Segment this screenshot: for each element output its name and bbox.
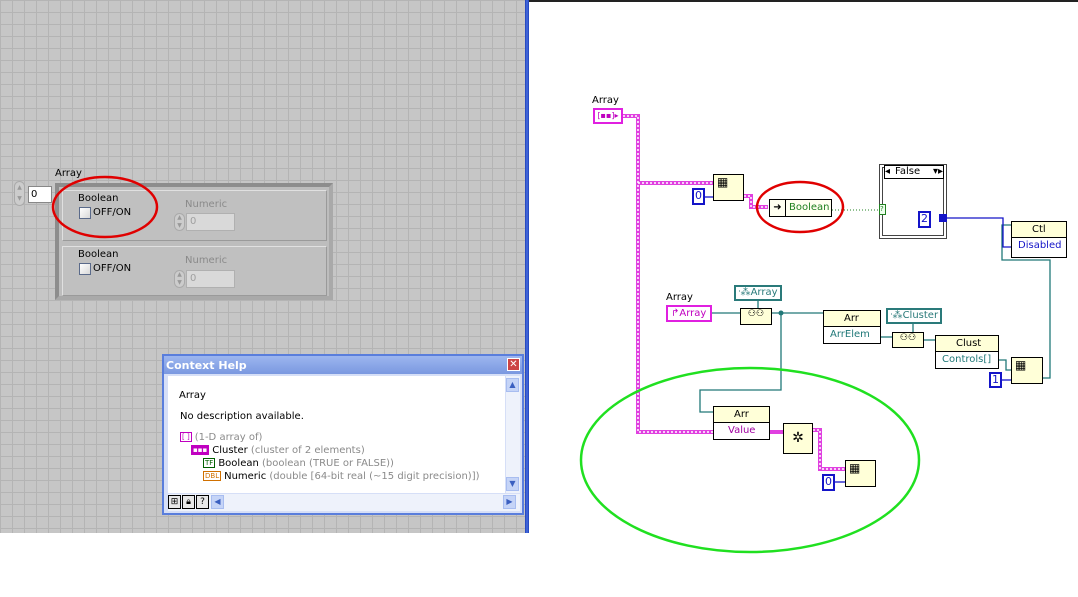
array-terminal-label: Array xyxy=(592,95,619,106)
variant-to-data-node[interactable]: ✲ xyxy=(783,423,813,454)
arr-value-property-node[interactable]: Arr Value xyxy=(713,406,770,440)
arr-class: Arr xyxy=(714,407,769,423)
write-arrow-icon: ➜ xyxy=(770,200,786,216)
array-terminal[interactable]: [▪▪]▸ xyxy=(593,108,623,124)
index-constant[interactable]: 1 xyxy=(989,372,1002,388)
value-property[interactable]: Value xyxy=(714,423,769,438)
to-more-specific-class-node[interactable]: ⚇⚇ xyxy=(740,308,772,325)
arrelem-property[interactable]: ArrElem xyxy=(824,327,880,342)
red-highlight-ellipse xyxy=(51,175,159,239)
disabled-property[interactable]: Disabled xyxy=(1012,238,1066,253)
index-array-node[interactable]: ▦ xyxy=(1011,357,1043,384)
index-constant[interactable]: 0 xyxy=(822,474,835,491)
index-constant[interactable]: 0 xyxy=(692,188,705,205)
index-array-node[interactable]: ▦ xyxy=(845,460,876,487)
arr-class: Arr xyxy=(824,311,880,327)
case-output-tunnel xyxy=(939,214,947,222)
ctl-property-node[interactable]: Ctl Disabled xyxy=(1011,221,1067,258)
case-selector[interactable]: ◂ False ▾▸ xyxy=(884,165,944,179)
to-more-specific-class-node[interactable]: ⚇⚇ xyxy=(892,332,924,348)
class-cluster-constant[interactable]: ᐧ⁂Cluster xyxy=(886,308,943,324)
clust-class: Clust xyxy=(936,336,998,352)
ctl-class: Ctl xyxy=(1012,222,1066,238)
class-icon: ᐧ⁂ xyxy=(890,310,903,321)
case-selector-terminal: ? xyxy=(879,204,886,215)
class-array-constant[interactable]: ᐧ⁂Array xyxy=(734,285,782,301)
ref-label: Array xyxy=(666,292,693,303)
wires-layer xyxy=(51,114,1051,554)
case-constant[interactable]: 2 xyxy=(918,211,931,228)
array-reference-terminal[interactable]: ↱Array xyxy=(666,305,712,322)
controls-property[interactable]: Controls[] xyxy=(936,352,998,367)
clust-property-node[interactable]: Clust Controls[] xyxy=(935,335,999,369)
arr-property-node[interactable]: Arr ArrElem xyxy=(823,310,881,344)
boolean-local-variable[interactable]: ➜ Boolean xyxy=(769,199,832,217)
index-array-node[interactable]: ▦ xyxy=(713,174,744,201)
class-icon: ᐧ⁂ xyxy=(738,287,751,298)
